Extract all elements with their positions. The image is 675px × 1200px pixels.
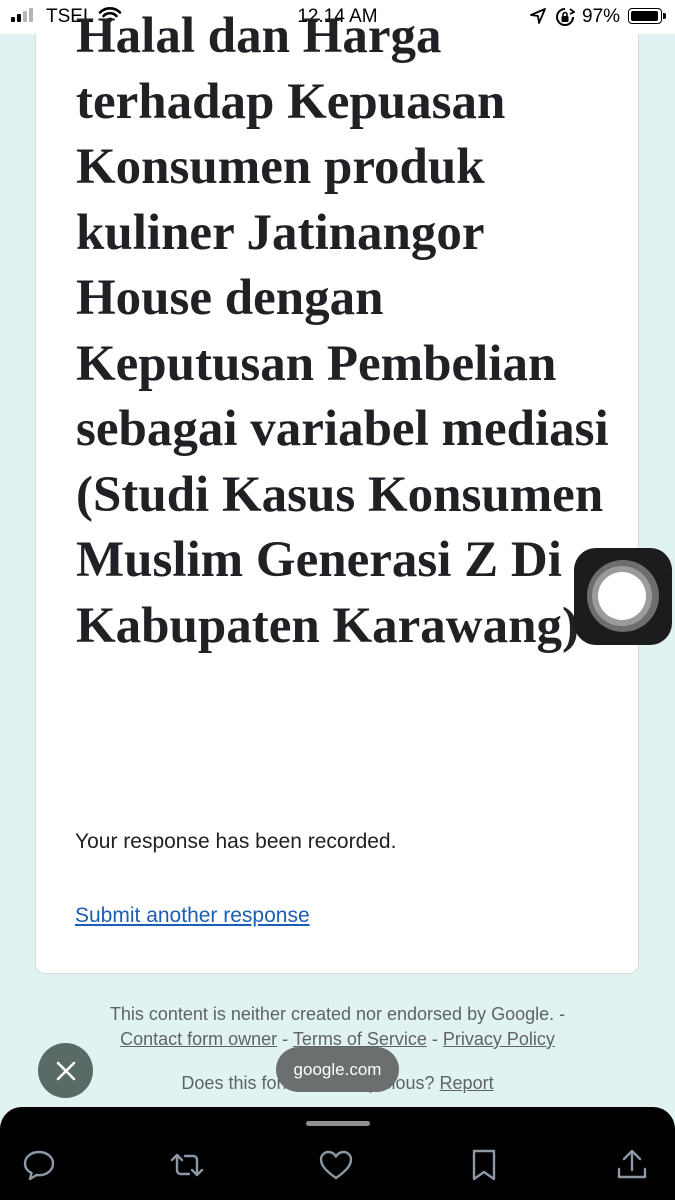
retweet-icon[interactable] xyxy=(169,1147,205,1183)
footer-separator: - xyxy=(277,1029,293,1049)
battery-icon xyxy=(628,8,666,24)
terms-of-service-link[interactable]: Terms of Service xyxy=(293,1029,427,1049)
assistive-touch-button[interactable] xyxy=(574,548,672,645)
response-recorded-message: Your response has been recorded. xyxy=(75,830,397,853)
google-disclaimer: This content is neither created nor endo… xyxy=(109,1004,566,1024)
contact-form-owner-link[interactable]: Contact form owner xyxy=(120,1029,277,1049)
report-link[interactable]: Report xyxy=(440,1073,494,1093)
privacy-policy-link[interactable]: Privacy Policy xyxy=(443,1029,555,1049)
bottom-toolbar xyxy=(0,1107,675,1200)
sheet-handle[interactable] xyxy=(306,1121,370,1126)
form-card: Halal dan Harga terhadap Kepuasan Konsum… xyxy=(35,8,639,974)
submit-another-response-link[interactable]: Submit another response xyxy=(75,904,310,928)
bookmark-icon[interactable] xyxy=(466,1147,502,1183)
share-icon[interactable] xyxy=(614,1147,650,1183)
form-title: Halal dan Harga terhadap Kepuasan Konsum… xyxy=(76,8,609,654)
close-icon xyxy=(56,1061,75,1080)
domain-pill[interactable]: google.com xyxy=(276,1047,399,1092)
reply-icon[interactable] xyxy=(21,1147,57,1183)
like-icon[interactable] xyxy=(318,1147,354,1183)
footer-separator: - xyxy=(426,1029,443,1049)
close-browser-button[interactable] xyxy=(38,1043,93,1098)
